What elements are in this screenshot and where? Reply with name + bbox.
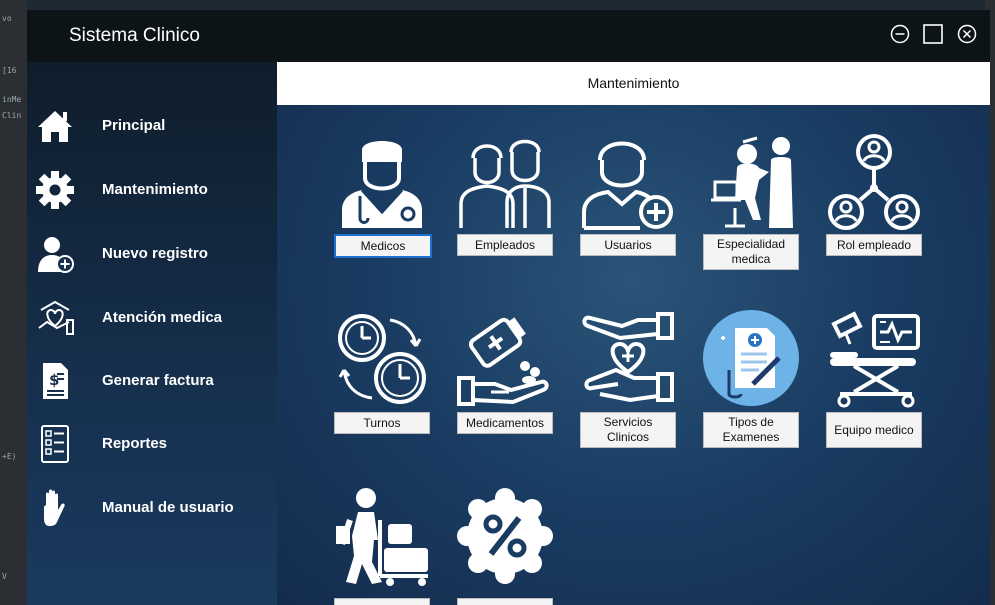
ide-background-left: vo [16 inMe Clin +E) V <box>0 0 27 605</box>
medicos-button[interactable]: Medicos <box>334 234 432 258</box>
app-window: Sistema Clinico Principal Mantenimiento … <box>27 10 990 605</box>
role-network-icon <box>828 134 920 230</box>
tile-servicios-clinicos: Servicios Clinicos <box>578 308 678 468</box>
ide-text: inMe <box>2 95 22 104</box>
user-add-icon <box>582 141 673 230</box>
usuarios-button[interactable]: Usuarios <box>580 234 676 256</box>
tile-delivery <box>332 486 432 605</box>
sidebar-item-label: Mantenimiento <box>102 181 208 198</box>
tile-rol-empleado: Rol empleado <box>824 130 924 290</box>
sidebar-item-nuevo-registro[interactable]: Nuevo registro <box>27 230 277 280</box>
tile-turnos: Turnos <box>332 308 432 468</box>
empleados-button[interactable]: Empleados <box>457 234 553 256</box>
tile-medicos: Medicos <box>332 130 432 290</box>
employees-icon <box>459 139 551 228</box>
shift-clock-icon <box>338 314 426 404</box>
turnos-button[interactable]: Turnos <box>334 412 430 434</box>
sidebar-item-manual-de-usuario[interactable]: Manual de usuario <box>27 484 277 534</box>
specialty-icon <box>711 136 793 228</box>
app-title: Sistema Clinico <box>69 25 200 46</box>
sidebar-item-label: Nuevo registro <box>102 245 208 262</box>
hand-icon <box>44 489 65 526</box>
minimize-icon[interactable] <box>889 23 911 45</box>
medicine-icon <box>457 317 549 406</box>
medicamentos-button[interactable]: Medicamentos <box>457 412 553 434</box>
servicios-clinicos-button[interactable]: Servicios Clinicos <box>580 412 676 448</box>
sidebar-item-principal[interactable]: Principal <box>27 102 277 152</box>
sidebar-item-label: Generar factura <box>102 372 214 389</box>
equipo-medico-button[interactable]: Equipo medico <box>826 412 922 448</box>
main-panel: Mantenimiento Medicos Empleados Usuarios… <box>277 62 990 605</box>
tile-especialidad-medica: Especialidad medica <box>701 130 801 290</box>
ide-text: [16 <box>2 66 17 75</box>
ide-text: V <box>2 572 7 581</box>
tile-discount <box>455 486 555 605</box>
add-user-icon <box>38 237 74 273</box>
report-icon <box>41 425 69 463</box>
sidebar-item-mantenimiento[interactable]: Mantenimiento <box>27 166 277 216</box>
tile-medicamentos: Medicamentos <box>455 308 555 468</box>
discount-icon <box>457 488 553 584</box>
discount-button[interactable] <box>457 598 553 605</box>
ide-text: vo <box>2 14 12 23</box>
tile-usuarios: Usuarios <box>578 130 678 290</box>
sidebar-item-label: Principal <box>102 117 166 134</box>
sidebar-item-label: Manual de usuario <box>102 499 234 516</box>
medical-care-icon <box>38 300 74 335</box>
sidebar-item-atencion-medica[interactable]: Atención medica <box>27 294 277 344</box>
home-icon <box>38 111 72 142</box>
tile-tipos-de-examenes: Tipos de Examenes <box>701 308 801 468</box>
tipos-de-examenes-button[interactable]: Tipos de Examenes <box>703 412 799 448</box>
ide-text: Clin <box>2 111 22 120</box>
sidebar-item-label: Atención medica <box>102 309 223 326</box>
especialidad-medica-button[interactable]: Especialidad medica <box>703 234 799 270</box>
sidebar-item-reportes[interactable]: Reportes <box>27 420 277 470</box>
sidebar-item-label: Reportes <box>102 435 168 452</box>
maximize-icon[interactable] <box>922 23 944 45</box>
title-bar: Sistema Clinico <box>27 10 990 62</box>
sidebar: Principal Mantenimiento Nuevo registro A… <box>27 62 277 605</box>
delivery-button[interactable] <box>334 598 430 605</box>
gear-icon <box>36 171 74 209</box>
tile-equipo-medico: Equipo medico <box>824 308 924 468</box>
ide-text: +E) <box>2 452 17 461</box>
doctor-icon <box>342 141 422 228</box>
exam-types-icon <box>703 310 799 406</box>
rol-empleado-button[interactable]: Rol empleado <box>826 234 922 256</box>
tile-empleados: Empleados <box>455 130 555 290</box>
invoice-icon: $ <box>43 363 68 399</box>
delivery-icon <box>336 488 428 586</box>
sidebar-item-generar-factura[interactable]: $ Generar factura <box>27 357 277 407</box>
medical-equipment-icon <box>830 311 920 408</box>
close-icon[interactable] <box>956 23 978 45</box>
clinical-services-icon <box>582 312 674 403</box>
page-title: Mantenimiento <box>277 62 990 105</box>
